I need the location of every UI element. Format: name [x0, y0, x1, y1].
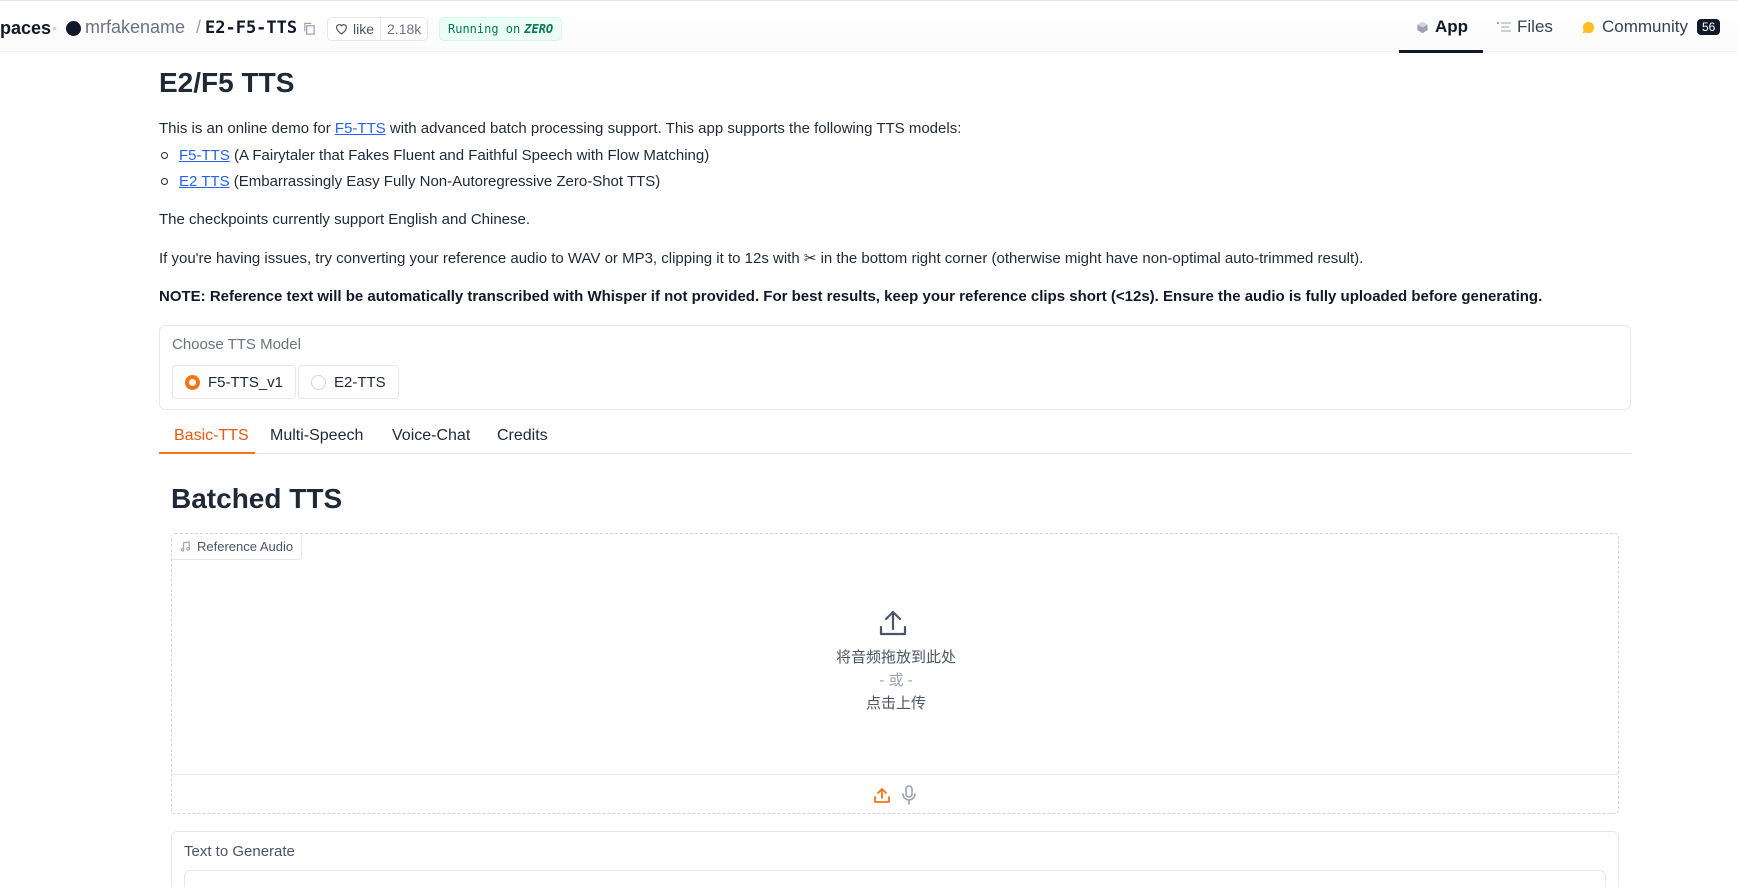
reference-audio-label-text: Reference Audio: [197, 539, 294, 554]
drop-audio-text: 将音频拖放到此处: [835, 649, 956, 666]
running-hardware: ZERO: [524, 22, 554, 36]
nav-app-label: App: [1435, 17, 1469, 36]
intro-paragraph: This is an online demo for F5-TTS with a…: [159, 120, 961, 137]
nav-community-label: Community: [1602, 17, 1688, 36]
e2-tts-desc: (Embarrassingly Easy Fully Non-Autoregre…: [229, 173, 661, 190]
checkpoints-note: The checkpoints currently support Englis…: [159, 211, 531, 228]
radio-option-e2-tts[interactable]: E2-TTS: [298, 365, 399, 399]
model-choice-group: Choose TTS Model F5-TTS_v1 E2-TTS: [159, 325, 1631, 410]
tab-credits[interactable]: Credits: [497, 427, 548, 445]
f5-tts-link[interactable]: F5-TTS: [335, 120, 386, 137]
bold-note: NOTE: Reference text will be automatical…: [159, 288, 1543, 305]
issues-note: If you're having issues, try converting …: [159, 250, 1364, 267]
radio-unselected-icon[interactable]: [311, 374, 326, 390]
section-title: Batched TTS: [171, 483, 343, 514]
tab-active-underline: [159, 452, 255, 454]
running-on-zero-badge[interactable]: Running on ZERO: [439, 17, 563, 41]
list-item: E2 TTS (Embarrassingly Easy Fully Non-Au…: [179, 173, 660, 190]
spaces-link[interactable]: paces: [0, 18, 51, 39]
e2-tts-model-link[interactable]: E2 TTS: [179, 173, 230, 190]
tab-basic-tts[interactable]: Basic-TTS: [174, 427, 249, 445]
list-bullet: [161, 152, 168, 159]
or-separator: - 或 -: [879, 672, 913, 689]
top-header: paces • mrfakename / E2-F5-TTS like 2.18…: [0, 0, 1738, 53]
reference-audio-label: Reference Audio: [172, 534, 303, 560]
heart-icon: [336, 24, 347, 35]
community-icon: [1582, 21, 1595, 34]
f5-tts-model-link[interactable]: F5-TTS: [179, 147, 230, 164]
owner-avatar[interactable]: [66, 21, 81, 36]
microphone-icon[interactable]: [900, 785, 918, 805]
radio-label: E2-TTS: [334, 373, 386, 391]
upload-source-icon[interactable]: [873, 786, 891, 804]
nav-tab-app[interactable]: App: [1416, 17, 1468, 37]
music-note-icon: [180, 541, 190, 552]
audio-source-toolbar: [172, 774, 1618, 814]
copy-icon[interactable]: [303, 22, 316, 35]
intro-suffix: with advanced batch processing support. …: [385, 120, 962, 137]
nav-files-label: Files: [1517, 17, 1553, 36]
path-separator: /: [196, 17, 202, 37]
cube-icon: [1417, 21, 1428, 33]
radio-option-f5-tts-v1[interactable]: F5-TTS_v1: [172, 365, 297, 399]
nav-tab-files[interactable]: Files: [1497, 17, 1553, 37]
intro-prefix: This is an online demo for: [159, 120, 335, 137]
tab-voice-chat[interactable]: Voice-Chat: [392, 427, 470, 445]
page-title: E2/F5 TTS: [159, 67, 295, 98]
text-to-generate-block: Text to Generate: [171, 831, 1619, 887]
nav-active-underline: [1399, 50, 1483, 53]
running-prefix: Running on: [448, 22, 521, 36]
model-choice-label: Choose TTS Model: [172, 336, 301, 353]
radio-label: F5-TTS_v1: [208, 373, 284, 391]
text-to-generate-input[interactable]: [184, 870, 1606, 887]
nav-tab-community[interactable]: Community 56: [1581, 17, 1721, 37]
owner-link[interactable]: mrfakename: [85, 17, 185, 38]
like-count[interactable]: 2.18k: [381, 21, 427, 37]
like-label: like: [353, 21, 375, 37]
f5-tts-desc: (A Fairytaler that Fakes Fluent and Fait…: [229, 147, 710, 164]
repo-name-link[interactable]: E2-F5-TTS: [205, 18, 297, 38]
reference-audio-dropzone[interactable]: Reference Audio 将音频拖放到此处 - 或 - 点击上传: [171, 533, 1619, 814]
radio-selected-icon[interactable]: [185, 374, 200, 390]
brand-separator-dot: •: [52, 20, 57, 36]
community-count-badge: 56: [1696, 19, 1721, 35]
list-item: F5-TTS (A Fairytaler that Fakes Fluent a…: [179, 147, 709, 164]
upload-icon[interactable]: [878, 608, 908, 638]
main-tabs: Basic-TTS Multi-Speech Voice-Chat Credit…: [159, 423, 1631, 454]
text-to-generate-label: Text to Generate: [184, 843, 295, 860]
like-button[interactable]: like 2.18k: [327, 17, 429, 41]
list-bullet: [161, 178, 168, 185]
click-upload-text[interactable]: 点击上传: [172, 692, 1620, 713]
files-icon: [1497, 22, 1511, 32]
tab-multi-speech[interactable]: Multi-Speech: [270, 427, 363, 445]
